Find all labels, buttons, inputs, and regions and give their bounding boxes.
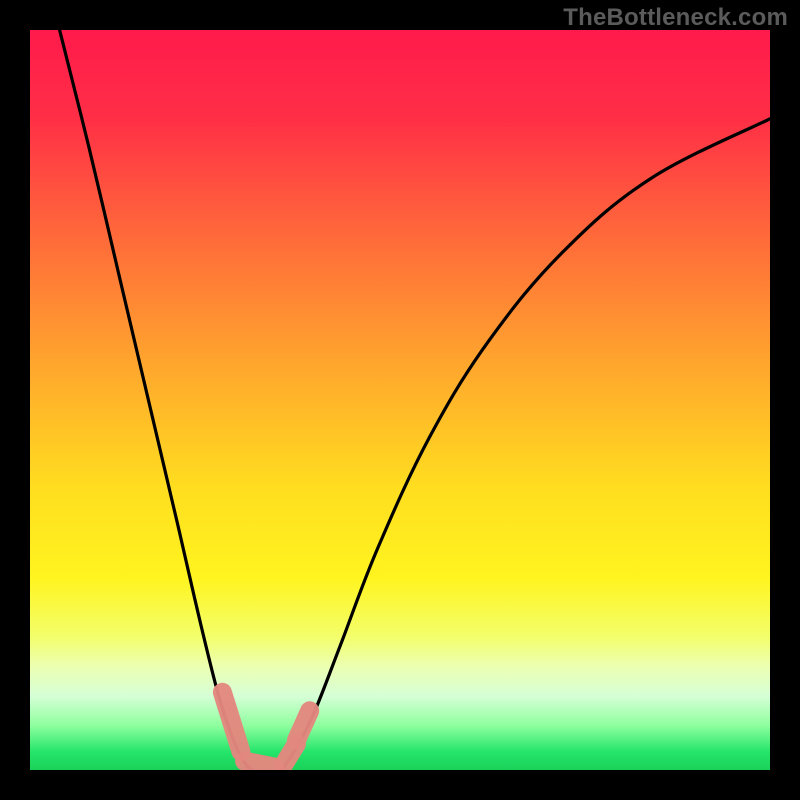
chart-svg [30, 30, 770, 770]
highlight-pill-1 [245, 761, 275, 767]
plot-area [30, 30, 770, 770]
chart-frame: TheBottleneck.com [0, 0, 800, 800]
gradient-background [30, 30, 770, 770]
watermark-text: TheBottleneck.com [563, 4, 788, 32]
highlight-pill-3 [296, 711, 309, 741]
